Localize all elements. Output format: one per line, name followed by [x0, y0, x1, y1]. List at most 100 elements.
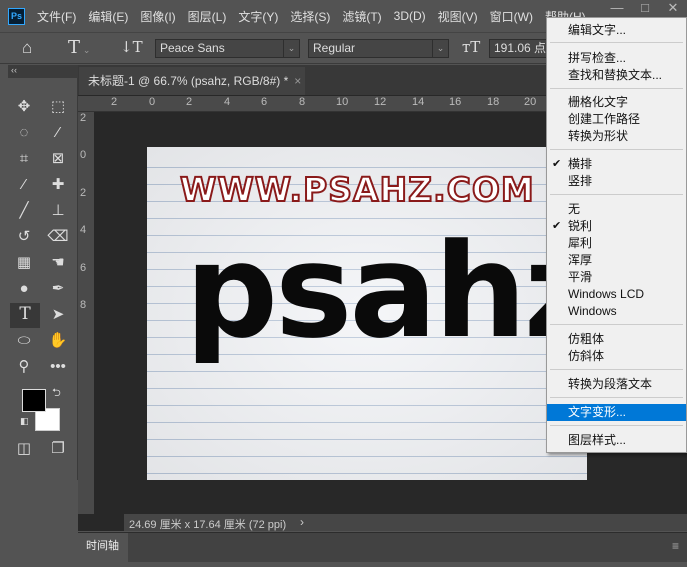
document-size-status: 24.69 厘米 x 17.64 厘米 (72 ppi): [129, 519, 287, 531]
font-family-value: Peace Sans: [160, 41, 225, 55]
toolbox: ✥ ⬚ ◌ ⁄ ⌗ ⊠ ⁄ ✚ ╱ ⊥ ↺ ⌫ ▦ ☚ ● ✒ T ➤ ⬭ ✋ …: [8, 78, 78, 480]
zoom-field[interactable]: [78, 514, 124, 531]
menu-item-aa-crisp[interactable]: 犀利: [547, 235, 686, 252]
ruler-tick-label: 6: [80, 262, 87, 274]
menu-select[interactable]: 选择(S): [290, 8, 330, 25]
font-size-icon: ᴛT: [462, 38, 481, 56]
menu-item-layer-style[interactable]: 图层样式...: [547, 432, 686, 449]
menu-type[interactable]: 文字(Y): [238, 8, 278, 25]
eraser-tool-icon[interactable]: ⌫: [46, 226, 70, 248]
ruler-tick-label: 4: [224, 96, 231, 108]
ruler-tick-label: 8: [80, 299, 87, 311]
timeline-tab[interactable]: 时间轴: [78, 533, 128, 562]
more-tools-icon[interactable]: •••: [46, 356, 70, 378]
quick-mask-icon[interactable]: ◫: [12, 438, 36, 460]
menu-window[interactable]: 窗口(W): [490, 8, 533, 25]
magic-wand-tool-icon[interactable]: ⁄: [46, 122, 70, 144]
menu-item-aa-strong[interactable]: 浑厚: [547, 252, 686, 269]
home-icon[interactable]: ⌂: [22, 38, 32, 58]
menu-item-create-work-path[interactable]: 创建工作路径: [547, 111, 686, 128]
brush-tool-icon[interactable]: ╱: [12, 200, 36, 222]
menu-item-horizontal[interactable]: 横排: [547, 156, 686, 173]
menu-layer[interactable]: 图层(L): [188, 8, 227, 25]
document-tab[interactable]: 未标题-1 @ 66.7% (psahz, RGB/8#) * ×: [79, 67, 305, 95]
menu-item-find-replace[interactable]: 查找和替换文本...: [547, 67, 686, 84]
chevron-down-icon: ⌄: [283, 40, 299, 57]
path-selection-tool-icon[interactable]: ➤: [46, 304, 70, 326]
ruler-tick-label: 8: [299, 96, 306, 108]
menu-item-edit-text[interactable]: 编辑文字...: [547, 22, 686, 39]
lasso-tool-icon[interactable]: ◌: [12, 122, 36, 144]
default-colors-icon[interactable]: ◧: [20, 416, 29, 427]
foreground-color-swatch[interactable]: [22, 389, 46, 412]
menu-separator: [550, 88, 683, 89]
ruler-tick-label: 20: [524, 96, 537, 108]
zoom-tool-icon[interactable]: ⚲: [12, 356, 36, 378]
history-brush-tool-icon[interactable]: ↺: [12, 226, 36, 248]
photoshop-logo: Ps: [8, 7, 25, 25]
menu-item-aa-none[interactable]: 无: [547, 201, 686, 218]
text-orientation-icon[interactable]: ↓T: [120, 38, 143, 56]
hand-tool-icon[interactable]: ✋: [46, 330, 70, 352]
menu-item-aa-sharp[interactable]: 锐利: [547, 218, 686, 235]
marquee-tool-icon[interactable]: ⬚: [46, 96, 70, 118]
panel-menu-icon[interactable]: ≡: [672, 539, 679, 553]
ruler-tick-label: 0: [149, 96, 156, 108]
chevron-down-icon: ⌄: [432, 40, 448, 57]
close-tab-icon[interactable]: ×: [294, 74, 301, 88]
menu-item-convert-to-paragraph[interactable]: 转换为段落文本: [547, 376, 686, 393]
menu-edit[interactable]: 编辑(E): [88, 8, 128, 25]
eyedropper-tool-icon[interactable]: ⁄: [12, 174, 36, 196]
type-tool-icon[interactable]: T: [10, 303, 40, 328]
dodge-tool-icon[interactable]: ●: [12, 278, 36, 300]
ruler-tick-label: 2: [186, 96, 193, 108]
menu-item-faux-italic[interactable]: 仿斜体: [547, 348, 686, 365]
ruler-tick-label: 2: [80, 187, 87, 199]
menu-file[interactable]: 文件(F): [37, 8, 76, 25]
frame-tool-icon[interactable]: ⊠: [46, 148, 70, 170]
menu-filter[interactable]: 滤镜(T): [342, 8, 381, 25]
status-chevron-icon[interactable]: ›: [300, 515, 304, 529]
menu-item-aa-smooth[interactable]: 平滑: [547, 269, 686, 286]
menu-3d[interactable]: 3D(D): [394, 9, 426, 23]
type-tool-preset-icon[interactable]: T ⌄: [68, 37, 90, 58]
menu-separator: [550, 194, 683, 195]
menu-item-rasterize-type[interactable]: 栅格化文字: [547, 94, 686, 111]
document-tab-title: 未标题-1 @ 66.7% (psahz, RGB/8#) *: [88, 74, 289, 88]
menu-item-spell-check[interactable]: 拼写检查...: [547, 50, 686, 67]
context-menu: 编辑文字... 拼写检查... 查找和替换文本... 栅格化文字 创建工作路径 …: [546, 17, 687, 453]
ruler-tick-label: 18: [487, 96, 500, 108]
font-size-value: 191.06 点: [494, 41, 547, 55]
menu-item-aa-windows[interactable]: Windows: [547, 303, 686, 320]
healing-brush-tool-icon[interactable]: ✚: [46, 174, 70, 196]
collapse-toolbox-icon[interactable]: ‹‹: [8, 65, 78, 78]
ellipse-tool-icon[interactable]: ⬭: [12, 330, 36, 352]
gradient-tool-icon[interactable]: ▦: [12, 252, 36, 274]
menu-item-convert-to-shape[interactable]: 转换为形状: [547, 128, 686, 145]
canvas-text-url: WWW.PSAHZ.COM: [179, 169, 535, 210]
menu-item-aa-windows-lcd[interactable]: Windows LCD: [547, 286, 686, 303]
move-tool-icon[interactable]: ✥: [12, 96, 36, 118]
ruler-tick-label: 14: [412, 96, 425, 108]
screen-mode-icon[interactable]: ❐: [46, 438, 70, 460]
canvas-text-psahz: psahz: [185, 215, 599, 367]
menu-separator: [550, 324, 683, 325]
ruler-tick-label: 0: [80, 149, 87, 161]
font-style-select[interactable]: Regular ⌄: [308, 39, 449, 58]
ruler-tick-label: 2: [111, 96, 118, 108]
ruler-tick-label: 4: [80, 224, 87, 236]
font-size-input[interactable]: 191.06 点: [489, 39, 549, 58]
crop-tool-icon[interactable]: ⌗: [12, 148, 36, 170]
menu-item-vertical[interactable]: 竖排: [547, 173, 686, 190]
timeline-panel: 时间轴 ≡: [78, 532, 687, 562]
menu-separator: [550, 149, 683, 150]
menu-view[interactable]: 视图(V): [438, 8, 478, 25]
font-family-select[interactable]: Peace Sans ⌄: [155, 39, 300, 58]
menu-item-faux-bold[interactable]: 仿粗体: [547, 331, 686, 348]
swap-colors-icon[interactable]: ⮌: [52, 384, 61, 403]
menu-item-warp-text[interactable]: 文字变形...: [547, 404, 686, 421]
pen-tool-icon[interactable]: ✒: [46, 278, 70, 300]
smudge-tool-icon[interactable]: ☚: [46, 252, 70, 274]
menu-image[interactable]: 图像(I): [140, 8, 175, 25]
stamp-tool-icon[interactable]: ⊥: [46, 200, 70, 222]
